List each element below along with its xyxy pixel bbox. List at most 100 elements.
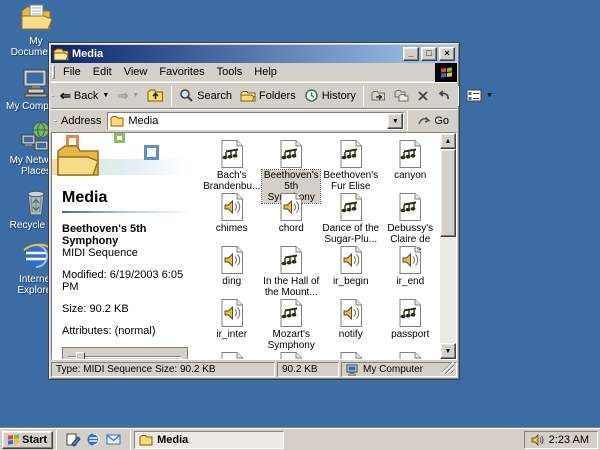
- go-arrow-icon: [417, 115, 431, 127]
- file-item[interactable]: Debussy's Claire de Lune: [381, 192, 441, 245]
- toolbar: ⇐ Back▼ ⇒ ▼ Search Folders History: [51, 82, 457, 109]
- address-bar: Address Media ▼ Go: [51, 109, 457, 132]
- start-button[interactable]: Start: [2, 431, 53, 449]
- delete-x-icon: [417, 90, 429, 102]
- midi-file-icon: [276, 139, 306, 169]
- file-item[interactable]: [202, 351, 262, 359]
- file-item[interactable]: Beethoven's Fur Elise: [321, 139, 381, 192]
- file-label: chord: [279, 223, 304, 234]
- file-label: In the Hall of the Mount...: [262, 276, 320, 298]
- file-item[interactable]: passport: [381, 298, 441, 351]
- undo-icon: [437, 90, 451, 102]
- back-dropdown[interactable]: ▼: [102, 92, 109, 99]
- file-label: canyon: [394, 170, 426, 181]
- clock[interactable]: 2:23 AM: [549, 434, 589, 446]
- file-item[interactable]: ir_end: [381, 245, 441, 298]
- file-item[interactable]: Mozart's Symphony ...: [262, 298, 322, 351]
- file-label: ir_end: [396, 276, 424, 287]
- menu-tools[interactable]: Tools: [211, 63, 249, 81]
- file-item[interactable]: [262, 351, 322, 359]
- taskbar: Start Media 2:23 AM: [0, 428, 600, 450]
- scrollbar-thumb[interactable]: [440, 149, 456, 237]
- volume-icon[interactable]: [531, 434, 544, 446]
- wav-file-icon: [336, 351, 366, 359]
- undo-button[interactable]: [433, 85, 455, 107]
- copy-to-icon: [394, 89, 409, 102]
- file-label: passport: [391, 329, 429, 340]
- close-button[interactable]: ×: [439, 47, 455, 61]
- slider-thumb[interactable]: [76, 352, 85, 359]
- taskbar-separator: [56, 430, 57, 450]
- file-item[interactable]: Beethoven's 5th Symphony: [262, 139, 322, 192]
- file-item[interactable]: ding: [202, 245, 262, 298]
- address-input[interactable]: Media ▼: [107, 112, 404, 130]
- minimize-button[interactable]: _: [403, 47, 419, 61]
- file-item[interactable]: ir_inter: [202, 298, 262, 351]
- views-dropdown[interactable]: ▼: [486, 92, 493, 99]
- menu-items: FileEditViewFavoritesToolsHelp: [57, 63, 283, 81]
- copy-to-button[interactable]: [390, 85, 413, 107]
- midi-file-icon: [395, 298, 425, 328]
- folder-icon: [110, 115, 124, 127]
- file-label: chimes: [216, 223, 248, 234]
- folders-button[interactable]: Folders: [236, 85, 300, 107]
- address-dropdown-button[interactable]: ▼: [387, 113, 403, 129]
- menu-help[interactable]: Help: [248, 63, 283, 81]
- file-item[interactable]: [381, 351, 441, 359]
- midi-file-icon: [336, 139, 366, 169]
- internet-explorer-launch-icon[interactable]: [86, 432, 101, 447]
- outlook-express-icon[interactable]: [106, 432, 121, 447]
- file-grid: Bach's Brandenbu...Beethoven's 5th Symph…: [202, 133, 440, 359]
- rebar-grip[interactable]: [52, 65, 55, 79]
- file-item[interactable]: chimes: [202, 192, 262, 245]
- views-button[interactable]: ▼: [462, 85, 497, 107]
- task-button-media[interactable]: Media: [134, 431, 284, 449]
- show-desktop-icon[interactable]: [66, 432, 81, 447]
- attributes-line: Attributes: (normal): [62, 325, 192, 337]
- title-bar[interactable]: Media _ □ ×: [51, 45, 457, 63]
- seek-slider[interactable]: [68, 352, 182, 359]
- history-icon: [304, 88, 319, 103]
- file-item[interactable]: In the Hall of the Mount...: [262, 245, 322, 298]
- forward-button[interactable]: ⇒ ▼: [113, 85, 143, 107]
- rebar-grip[interactable]: [54, 120, 57, 122]
- file-item[interactable]: notify: [321, 298, 381, 351]
- folder-task-icon: [139, 434, 153, 446]
- file-item[interactable]: Bach's Brandenbu...: [202, 139, 262, 192]
- toolbar-separator: [407, 111, 408, 131]
- go-button[interactable]: Go: [411, 115, 455, 127]
- file-item[interactable]: Dance of the Sugar-Plu...: [321, 192, 381, 245]
- menu-edit[interactable]: Edit: [87, 63, 118, 81]
- vertical-scrollbar[interactable]: ▲ ▼: [440, 133, 456, 359]
- move-to-button[interactable]: [367, 85, 390, 107]
- divider: [62, 211, 192, 213]
- search-button[interactable]: Search: [175, 85, 236, 107]
- modified-line: Modified: 6/19/2003 6:05 PM: [62, 269, 192, 293]
- maximize-button[interactable]: □: [421, 47, 437, 61]
- resize-grip[interactable]: [442, 362, 454, 374]
- delete-button[interactable]: [413, 85, 433, 107]
- file-label: ir_inter: [216, 329, 247, 340]
- file-item[interactable]: chord: [262, 192, 322, 245]
- system-tray: 2:23 AM: [524, 431, 598, 449]
- file-item[interactable]: [321, 351, 381, 359]
- window-title: Media: [72, 48, 401, 60]
- midi-file-icon: [395, 139, 425, 169]
- up-button[interactable]: [143, 85, 168, 107]
- menu-view[interactable]: View: [118, 63, 154, 81]
- forward-dropdown[interactable]: ▼: [132, 92, 139, 99]
- windows-flag-icon: [8, 434, 19, 444]
- file-item[interactable]: ir_begin: [321, 245, 381, 298]
- history-button[interactable]: History: [300, 85, 360, 107]
- scroll-up-button[interactable]: ▲: [440, 133, 456, 149]
- webview-pane: Media Beethoven's 5th Symphony MIDI Sequ…: [52, 133, 202, 359]
- back-button[interactable]: ⇐ Back▼: [56, 85, 113, 107]
- rebar-grip[interactable]: [52, 95, 54, 97]
- menu-favorites[interactable]: Favorites: [153, 63, 210, 81]
- wav-file-icon: [217, 298, 247, 328]
- menu-file[interactable]: File: [57, 63, 87, 81]
- scroll-down-button[interactable]: ▼: [440, 343, 456, 359]
- folder-content: Media Beethoven's 5th Symphony MIDI Sequ…: [51, 132, 457, 360]
- file-item[interactable]: canyon: [381, 139, 441, 192]
- wav-file-icon: [276, 192, 306, 222]
